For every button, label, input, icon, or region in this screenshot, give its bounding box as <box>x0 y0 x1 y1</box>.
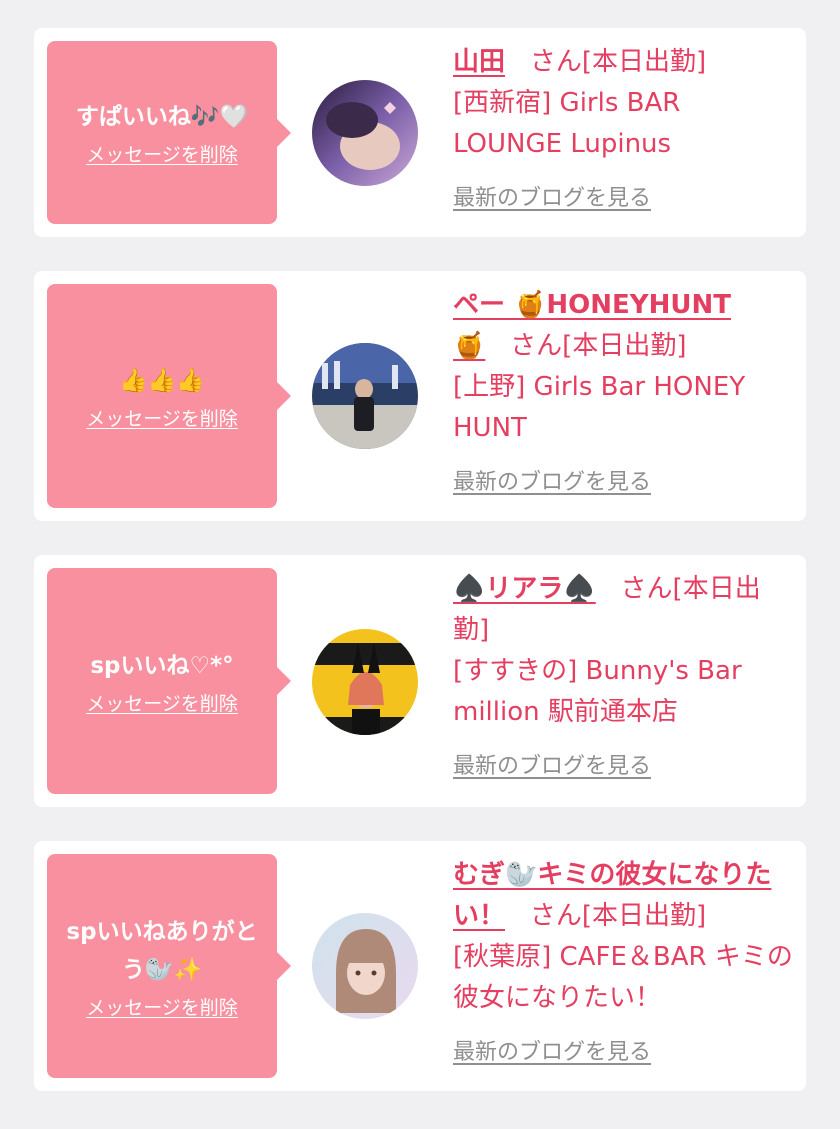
shop-name: [秋葉原] CAFE＆BAR キミの彼女になりたい！ <box>453 942 793 1013</box>
latest-blog-link[interactable]: 最新のブログを見る <box>453 178 651 219</box>
message-bubble: spいいね♡*° メッセージを削除 <box>47 568 291 794</box>
cast-status: さん[本日出勤] <box>529 901 707 931</box>
delete-message-link[interactable]: メッセージを削除 <box>86 689 238 716</box>
latest-blog-link[interactable]: 最新のブログを見る <box>453 462 651 503</box>
cast-name-link[interactable]: 山田 <box>453 47 505 77</box>
avatar[interactable] <box>312 629 418 735</box>
shop-name: [上野] Girls Bar HONEY HUNT <box>453 372 746 443</box>
shop-name: [すすきの] Bunny's Bar million 駅前通本店 <box>453 656 742 727</box>
avatar[interactable] <box>312 343 418 449</box>
latest-blog-link[interactable]: 最新のブログを見る <box>453 746 651 787</box>
avatar[interactable] <box>312 913 418 1019</box>
message-text: すぱいいね🎶🤍 <box>75 104 249 130</box>
message-text: 👍👍👍 <box>119 367 205 394</box>
shop-name: [西新宿] Girls BAR LOUNGE Lupinus <box>453 88 681 159</box>
message-card: すぱいいね🎶🤍 メッセージを削除 山田 さん[本日出勤] [西新宿] Girls… <box>34 28 806 237</box>
message-bubble: spいいねありがとう🦭✨ メッセージを削除 <box>47 854 291 1078</box>
avatar[interactable] <box>312 80 418 186</box>
cast-info: 山田 さん[本日出勤] [西新宿] Girls BAR LOUNGE Lupin… <box>453 42 793 219</box>
delete-message-link[interactable]: メッセージを削除 <box>86 993 238 1020</box>
cast-info: ♠️リアラ♠️ さん[本日出勤] [すすきの] Bunny's Bar mill… <box>453 569 793 787</box>
cast-status: さん[本日出勤] <box>510 331 687 361</box>
message-text: spいいねありがとう🦭✨ <box>66 918 258 983</box>
cast-name-link[interactable]: ♠️リアラ♠️ <box>453 574 596 604</box>
delete-message-link[interactable]: メッセージを削除 <box>86 404 238 431</box>
cast-info: むぎ🦭キミの彼女になりたい！ さん[本日出勤] [秋葉原] CAFE＆BAR キ… <box>453 855 793 1073</box>
latest-blog-link[interactable]: 最新のブログを見る <box>453 1032 651 1073</box>
message-card: 👍👍👍 メッセージを削除 ペー 🍯HONEYHUNT🍯 さん[本日出勤] [上野… <box>34 271 806 521</box>
cast-status: さん[本日出勤] <box>529 47 707 77</box>
message-bubble: 👍👍👍 メッセージを削除 <box>47 284 291 508</box>
delete-message-link[interactable]: メッセージを削除 <box>86 140 238 167</box>
message-card: spいいねありがとう🦭✨ メッセージを削除 むぎ🦭キミの彼女になりたい！ さん[… <box>34 841 806 1091</box>
message-bubble: すぱいいね🎶🤍 メッセージを削除 <box>47 41 291 224</box>
cast-info: ペー 🍯HONEYHUNT🍯 さん[本日出勤] [上野] Girls Bar H… <box>453 285 793 503</box>
message-text: spいいね♡*° <box>90 652 234 679</box>
message-card: spいいね♡*° メッセージを削除 ♠️リアラ♠️ さん[本日出勤] [すすきの… <box>34 555 806 807</box>
